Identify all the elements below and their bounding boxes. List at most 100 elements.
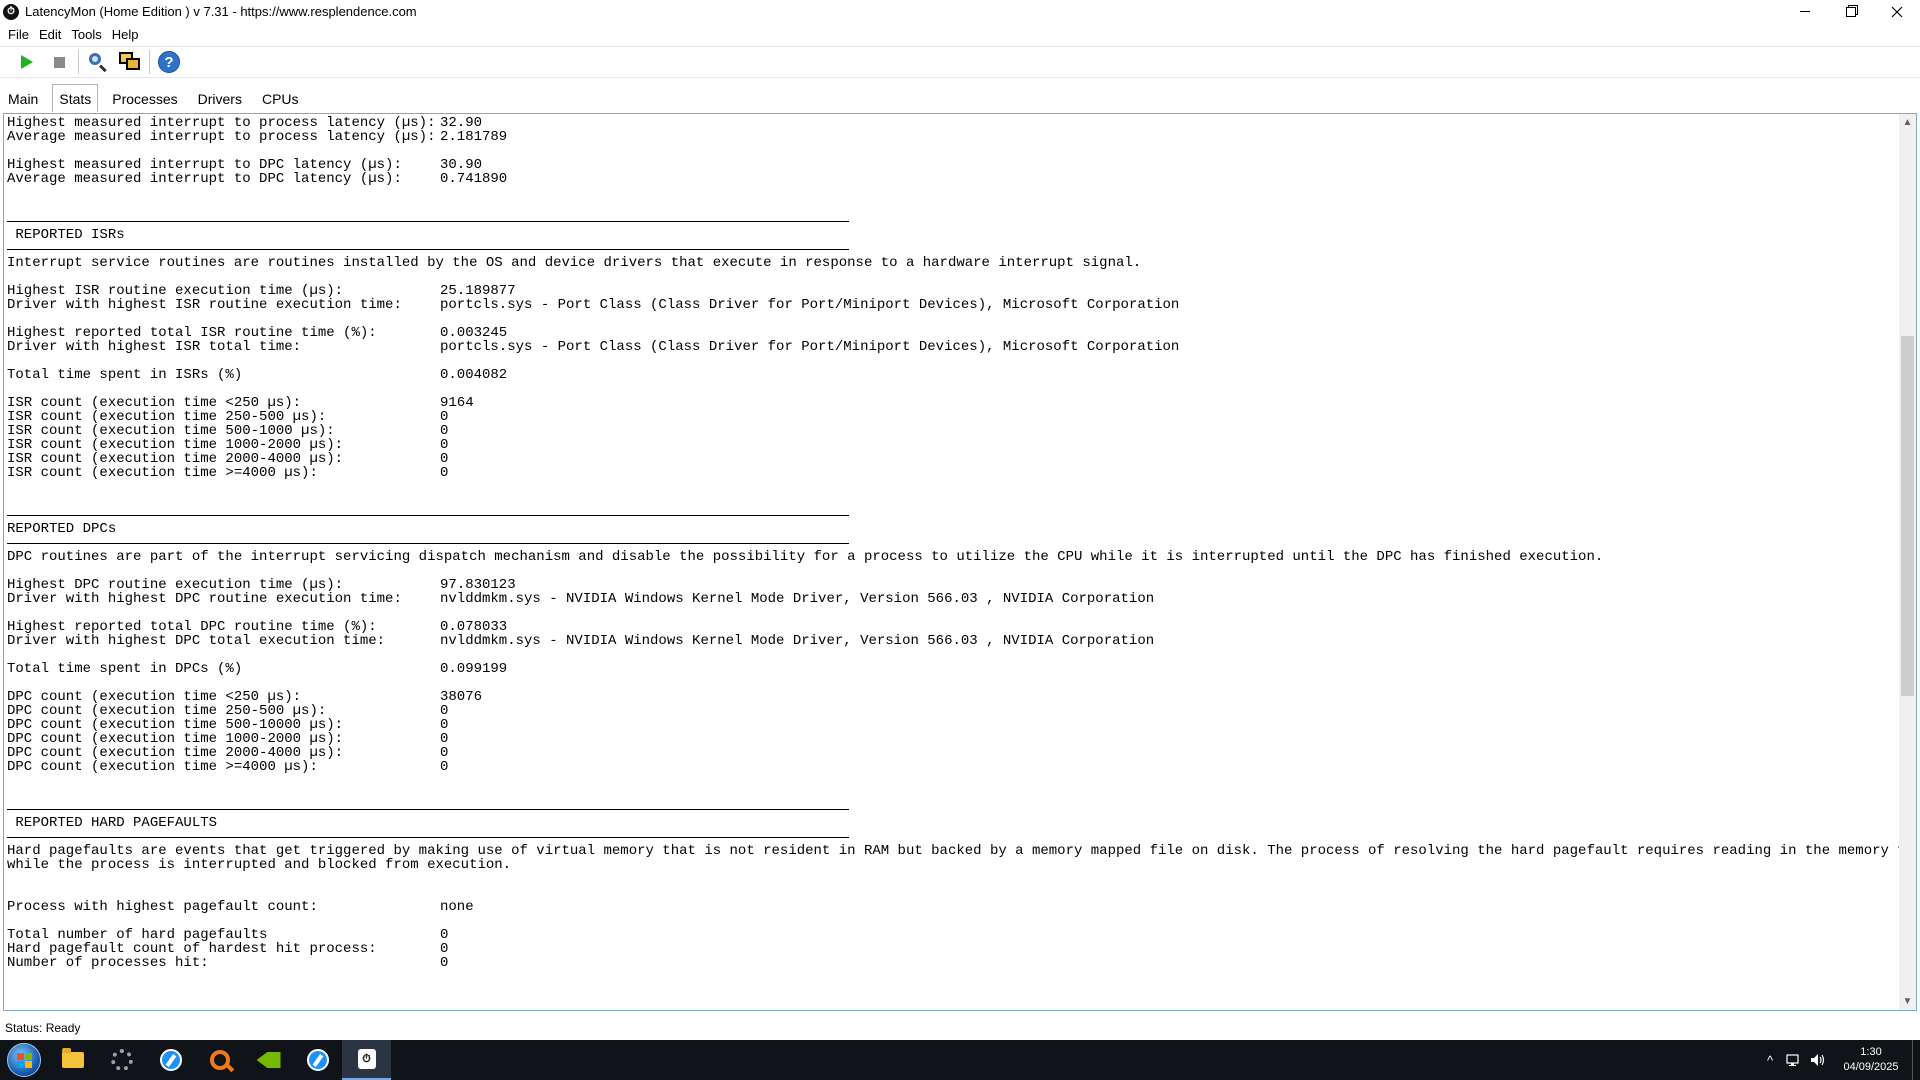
tab-main[interactable]: Main	[2, 86, 44, 112]
scroll-down-arrow-icon[interactable]: ▼	[1899, 993, 1916, 1010]
report-stat-row: Total time spent in DPCs (%) 0.099199	[7, 662, 1897, 676]
stat-value: 0	[440, 731, 449, 747]
stat-label: Highest measured interrupt to DPC latenc…	[7, 157, 402, 173]
report-stat-row: Average measured interrupt to process la…	[7, 130, 1897, 144]
search-icon	[209, 1050, 230, 1070]
stat-value: 38076	[440, 689, 483, 705]
latencymon-app-icon: ⏱	[3, 3, 19, 20]
stat-value: 0	[440, 465, 449, 481]
taskbar-nvidia[interactable]	[244, 1040, 293, 1080]
tray-overflow-chevron-icon[interactable]: ^	[1758, 1040, 1782, 1080]
stat-label: Hard pagefault count of hardest hit proc…	[7, 941, 377, 957]
report-stat-row: Average measured interrupt to DPC latenc…	[7, 172, 1897, 186]
stat-label: Highest reported total DPC routine time …	[7, 619, 377, 635]
start-monitor-button[interactable]	[14, 49, 40, 75]
stat-value: 30.90	[440, 157, 483, 173]
windows-icon	[119, 52, 141, 72]
report-stat-row: ISR count (execution time 2000-4000 µs):…	[7, 452, 1897, 466]
stop-monitor-button[interactable]	[46, 49, 72, 75]
stat-label: DPC count (execution time 500-10000 µs):	[7, 717, 344, 733]
menu-edit[interactable]: Edit	[39, 27, 61, 42]
section-divider	[7, 508, 1897, 522]
stat-label: DPC count (execution time >=4000 µs):	[7, 759, 318, 775]
report-stat-row: Total number of hard pagefaults 0	[7, 928, 1897, 942]
stat-value: nvlddmkm.sys - NVIDIA Windows Kernel Mod…	[440, 591, 1155, 607]
menu-tools[interactable]: Tools	[71, 27, 101, 42]
stat-value: 0	[440, 745, 449, 761]
stats-report-panel[interactable]: Highest measured interrupt to process la…	[3, 113, 1917, 1011]
scroll-thumb[interactable]	[1901, 336, 1914, 696]
stat-label: Driver with highest ISR total time:	[7, 339, 302, 355]
start-button[interactable]	[0, 1040, 48, 1080]
report-stat-row: Highest ISR routine execution time (µs):…	[7, 284, 1897, 298]
report-stat-row: Driver with highest DPC total execution …	[7, 634, 1897, 648]
taskbar-steam[interactable]	[146, 1040, 195, 1080]
clock-time: 1:30	[1860, 1046, 1882, 1058]
tab-stats[interactable]: Stats	[52, 84, 99, 112]
section-divider	[7, 214, 1897, 228]
taskbar-search-app[interactable]	[195, 1040, 244, 1080]
stats-report-text: Highest measured interrupt to process la…	[7, 115, 1916, 970]
show-desktop-button[interactable]	[1912, 1040, 1920, 1080]
folder-icon	[61, 1048, 84, 1068]
volume-icon[interactable]	[1806, 1040, 1830, 1080]
stat-value: nvlddmkm.sys - NVIDIA Windows Kernel Mod…	[440, 633, 1155, 649]
stat-label: Process with highest pagefault count:	[7, 899, 318, 915]
report-stat-row: DPC count (execution time 500-10000 µs):…	[7, 718, 1897, 732]
report-text-line: REPORTED DPCs	[7, 521, 117, 537]
report-stat-row: Highest DPC routine execution time (µs):…	[7, 578, 1897, 592]
taskbar-latencymon[interactable]: ⏱	[342, 1040, 391, 1080]
taskbar: ⏱ ^ 1:30 04/09/2025	[0, 1040, 1920, 1080]
menu-file[interactable]: File	[8, 27, 29, 42]
stat-value: 0.078033	[440, 619, 508, 635]
stat-value: portcls.sys - Port Class (Class Driver f…	[440, 297, 1180, 313]
help-button[interactable]: ?	[156, 49, 182, 75]
scroll-up-arrow-icon[interactable]: ▲	[1899, 114, 1916, 131]
magnifier-icon	[87, 51, 109, 73]
stat-value: 0	[440, 717, 449, 733]
stat-label: Highest reported total ISR routine time …	[7, 325, 377, 341]
stat-label: Driver with highest DPC total execution …	[7, 633, 386, 649]
tab-strip: Main Stats Processes Drivers CPUs	[0, 80, 1920, 112]
stat-value: 0.004082	[440, 367, 508, 383]
taskbar-file-explorer[interactable]	[48, 1040, 97, 1080]
menu-help[interactable]: Help	[112, 27, 139, 42]
close-button[interactable]	[1874, 0, 1920, 23]
stat-value: 0	[440, 423, 449, 439]
report-stat-row: Highest reported total DPC routine time …	[7, 620, 1897, 634]
taskbar-steam-2[interactable]	[293, 1040, 342, 1080]
status-bar: Status: Ready	[0, 1015, 1920, 1041]
report-stat-row: ISR count (execution time 250-500 µs): 0	[7, 410, 1897, 424]
tab-cpus[interactable]: CPUs	[256, 86, 305, 112]
title-bar: ⏱ LatencyMon (Home Edition ) v 7.31 - ht…	[0, 0, 1920, 23]
taskbar-settings-app[interactable]	[97, 1040, 146, 1080]
stat-value: 0	[440, 437, 449, 453]
restore-button[interactable]	[1828, 0, 1874, 23]
stat-label: Highest DPC routine execution time (µs):	[7, 577, 344, 593]
network-icon[interactable]	[1782, 1040, 1806, 1080]
stat-value: 32.90	[440, 115, 483, 131]
minimize-button[interactable]	[1782, 0, 1828, 23]
vertical-scrollbar[interactable]: ▲ ▼	[1899, 114, 1916, 1010]
windows-button[interactable]	[117, 49, 143, 75]
tab-drivers[interactable]: Drivers	[192, 86, 248, 112]
analyze-button[interactable]	[85, 49, 111, 75]
tab-processes[interactable]: Processes	[106, 86, 183, 112]
report-stat-row: ISR count (execution time 1000-2000 µs):…	[7, 438, 1897, 452]
report-stat-row: ISR count (execution time 500-1000 µs): 0	[7, 424, 1897, 438]
taskbar-clock[interactable]: 1:30 04/09/2025	[1830, 1045, 1912, 1075]
report-stat-row: DPC count (execution time >=4000 µs): 0	[7, 760, 1897, 774]
stat-label: Total time spent in ISRs (%)	[7, 367, 243, 383]
stat-label: Total number of hard pagefaults	[7, 927, 268, 943]
report-stat-row: Number of processes hit: 0	[7, 956, 1897, 970]
stat-value: 0	[440, 941, 449, 957]
